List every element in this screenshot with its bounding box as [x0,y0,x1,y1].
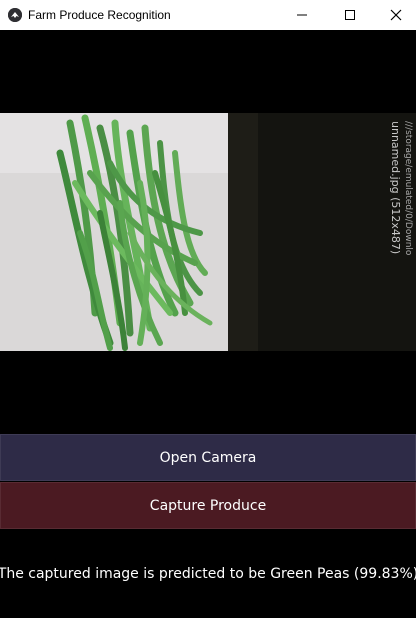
app-window: Farm Produce Recognition unnamed.jpg (51… [0,0,416,618]
minimize-icon [296,9,308,21]
maximize-button[interactable] [327,0,373,30]
open-camera-button[interactable]: Open Camera [0,434,416,481]
svg-text:unnamed.jpg (512x487): unnamed.jpg (512x487) [389,121,402,254]
minimize-button[interactable] [279,0,325,30]
title-bar[interactable]: Farm Produce Recognition [0,0,416,30]
window-title: Farm Produce Recognition [28,8,171,22]
close-button[interactable] [373,0,416,30]
prediction-result-label: The captured image is predicted to be Gr… [0,566,416,582]
close-icon [390,9,402,21]
capture-produce-button[interactable]: Capture Produce [0,482,416,529]
maximize-icon [344,9,356,21]
captured-produce-image: unnamed.jpg (512x487) ///storage/emulate… [0,113,416,351]
camera-preview: unnamed.jpg (512x487) ///storage/emulate… [0,30,416,434]
kivy-app-icon [8,8,22,22]
svg-text:///storage/emulated/0/Downlo: ///storage/emulated/0/Downlo [403,121,413,256]
